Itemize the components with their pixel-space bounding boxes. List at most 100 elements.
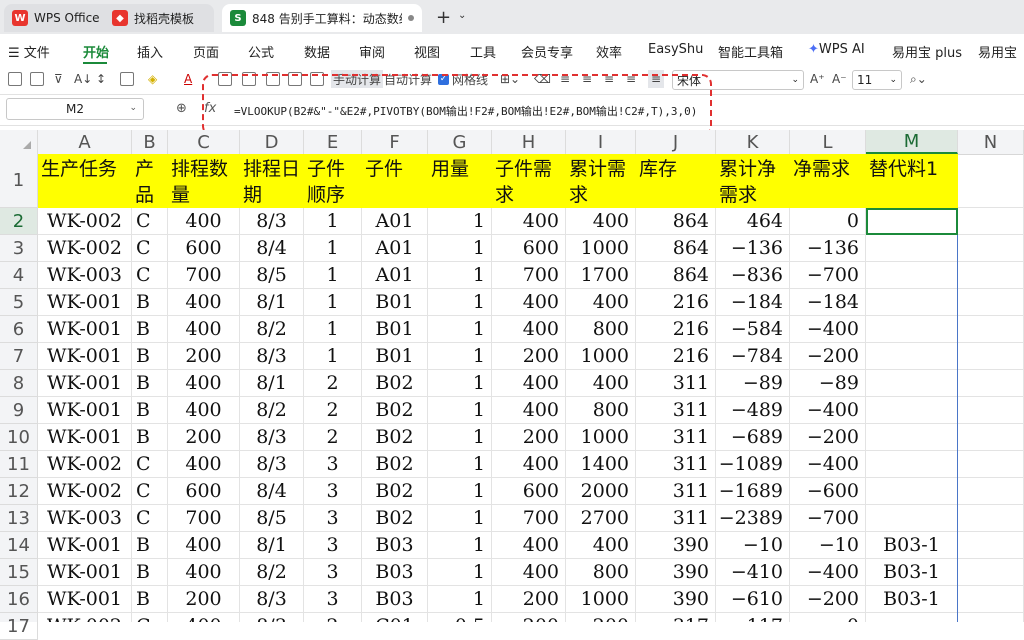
- cell-i12[interactable]: 2000: [566, 478, 636, 505]
- cell-j6[interactable]: 216: [636, 316, 716, 343]
- cell-f12[interactable]: B02: [362, 478, 428, 505]
- cell-j11[interactable]: 311: [636, 451, 716, 478]
- cell-i7[interactable]: 1000: [566, 343, 636, 370]
- cell-m5[interactable]: [866, 289, 958, 316]
- cell-g15[interactable]: 1: [428, 559, 492, 586]
- cell-e2[interactable]: 1: [304, 208, 362, 235]
- cell-j8[interactable]: 311: [636, 370, 716, 397]
- cell-k15[interactable]: −410: [716, 559, 790, 586]
- cell-b7[interactable]: B: [132, 343, 168, 370]
- menu-wps-ai[interactable]: ✦WPS AI: [808, 42, 865, 57]
- column-header-i[interactable]: I: [566, 130, 636, 154]
- cell-d14[interactable]: 8/1: [240, 532, 304, 559]
- cell-f16[interactable]: B03: [362, 586, 428, 613]
- cell-l12[interactable]: −600: [790, 478, 866, 505]
- row-header-5[interactable]: 5: [0, 289, 38, 316]
- cell-l17[interactable]: 0: [790, 613, 866, 622]
- cell-k16[interactable]: −610: [716, 586, 790, 613]
- cell-g14[interactable]: 1: [428, 532, 492, 559]
- cell-f5[interactable]: B01: [362, 289, 428, 316]
- cell-c11[interactable]: 400: [168, 451, 240, 478]
- cell-h14[interactable]: 400: [492, 532, 566, 559]
- menu-page[interactable]: 页面: [193, 42, 219, 61]
- cell-d9[interactable]: 8/2: [240, 397, 304, 424]
- cell-h17[interactable]: 200: [492, 613, 566, 622]
- search-replace-icon[interactable]: ⌕⌄: [910, 70, 927, 88]
- cell-g10[interactable]: 1: [428, 424, 492, 451]
- cell-a6[interactable]: WK-001: [38, 316, 132, 343]
- tab-spreadsheet[interactable]: S 848 告别手工算料：动态数组打造: [222, 4, 422, 32]
- cell-a12[interactable]: WK-002: [38, 478, 132, 505]
- cell-h9[interactable]: 400: [492, 397, 566, 424]
- cell-c2[interactable]: 400: [168, 208, 240, 235]
- menu-review[interactable]: 审阅: [359, 42, 385, 61]
- cell-d6[interactable]: 8/2: [240, 316, 304, 343]
- row-header-11[interactable]: 11: [0, 451, 38, 478]
- cell-j7[interactable]: 216: [636, 343, 716, 370]
- cell-g2[interactable]: 1: [428, 208, 492, 235]
- font-color-icon[interactable]: A: [184, 70, 192, 88]
- cell-m7[interactable]: [866, 343, 958, 370]
- cell-b9[interactable]: B: [132, 397, 168, 424]
- cell-c8[interactable]: 400: [168, 370, 240, 397]
- cell-h3[interactable]: 600: [492, 235, 566, 262]
- insert-table-icon[interactable]: ⊞⌄: [500, 70, 520, 88]
- cell-d17[interactable]: 8/3: [240, 613, 304, 622]
- cell-f9[interactable]: B02: [362, 397, 428, 424]
- cell-g13[interactable]: 1: [428, 505, 492, 532]
- cell-l13[interactable]: −700: [790, 505, 866, 532]
- name-box[interactable]: M2 ⌄: [6, 98, 144, 120]
- cell-a11[interactable]: WK-002: [38, 451, 132, 478]
- cell-l8[interactable]: −89: [790, 370, 866, 397]
- cell-f6[interactable]: B01: [362, 316, 428, 343]
- cell-h13[interactable]: 700: [492, 505, 566, 532]
- cell-d11[interactable]: 8/3: [240, 451, 304, 478]
- cell-g11[interactable]: 1: [428, 451, 492, 478]
- cell-l11[interactable]: −400: [790, 451, 866, 478]
- cell-g3[interactable]: 1: [428, 235, 492, 262]
- font-size-select[interactable]: 11 ⌄: [852, 70, 902, 90]
- cell-g17[interactable]: 0.5: [428, 613, 492, 622]
- cell-l9[interactable]: −400: [790, 397, 866, 424]
- cell-m12[interactable]: [866, 478, 958, 505]
- align-left-icon[interactable]: ≡: [582, 70, 592, 88]
- cell-k13[interactable]: −2389: [716, 505, 790, 532]
- column-header-n[interactable]: N: [958, 130, 1024, 154]
- cell-l14[interactable]: −10: [790, 532, 866, 559]
- cell-i5[interactable]: 400: [566, 289, 636, 316]
- cell-i11[interactable]: 1400: [566, 451, 636, 478]
- header-cell-m[interactable]: 替代料1: [866, 154, 958, 208]
- cell-m4[interactable]: [866, 262, 958, 289]
- cell-l15[interactable]: −400: [790, 559, 866, 586]
- decrease-font-icon[interactable]: A⁻: [832, 70, 847, 88]
- cell-i13[interactable]: 2700: [566, 505, 636, 532]
- manual-calc-button[interactable]: 手动计算: [331, 70, 384, 88]
- column-header-h[interactable]: H: [492, 130, 566, 154]
- cell-n15[interactable]: [958, 559, 1024, 586]
- header-cell-g[interactable]: 用量: [428, 154, 492, 208]
- header-cell-b[interactable]: 产品: [132, 154, 168, 208]
- cell-h4[interactable]: 700: [492, 262, 566, 289]
- cell-b14[interactable]: B: [132, 532, 168, 559]
- cell-c7[interactable]: 200: [168, 343, 240, 370]
- menu-file[interactable]: ☰ 文件: [8, 42, 50, 61]
- cell-n17[interactable]: [958, 613, 1024, 622]
- cell-n4[interactable]: [958, 262, 1024, 289]
- cell-h15[interactable]: 400: [492, 559, 566, 586]
- cell-n16[interactable]: [958, 586, 1024, 613]
- cell-a9[interactable]: WK-001: [38, 397, 132, 424]
- column-header-l[interactable]: L: [790, 130, 866, 154]
- cell-a16[interactable]: WK-001: [38, 586, 132, 613]
- cell-j15[interactable]: 390: [636, 559, 716, 586]
- fx-icon[interactable]: fx: [204, 101, 216, 116]
- cell-b3[interactable]: C: [132, 235, 168, 262]
- tab-template[interactable]: ◆ 找稻壳模板: [104, 4, 214, 32]
- cell-c3[interactable]: 600: [168, 235, 240, 262]
- cell-h5[interactable]: 400: [492, 289, 566, 316]
- cell-k3[interactable]: −136: [716, 235, 790, 262]
- cell-a4[interactable]: WK-003: [38, 262, 132, 289]
- cell-a17[interactable]: WK-002: [38, 613, 132, 622]
- column-header-m[interactable]: M: [866, 130, 958, 154]
- cell-c6[interactable]: 400: [168, 316, 240, 343]
- cell-k2[interactable]: 464: [716, 208, 790, 235]
